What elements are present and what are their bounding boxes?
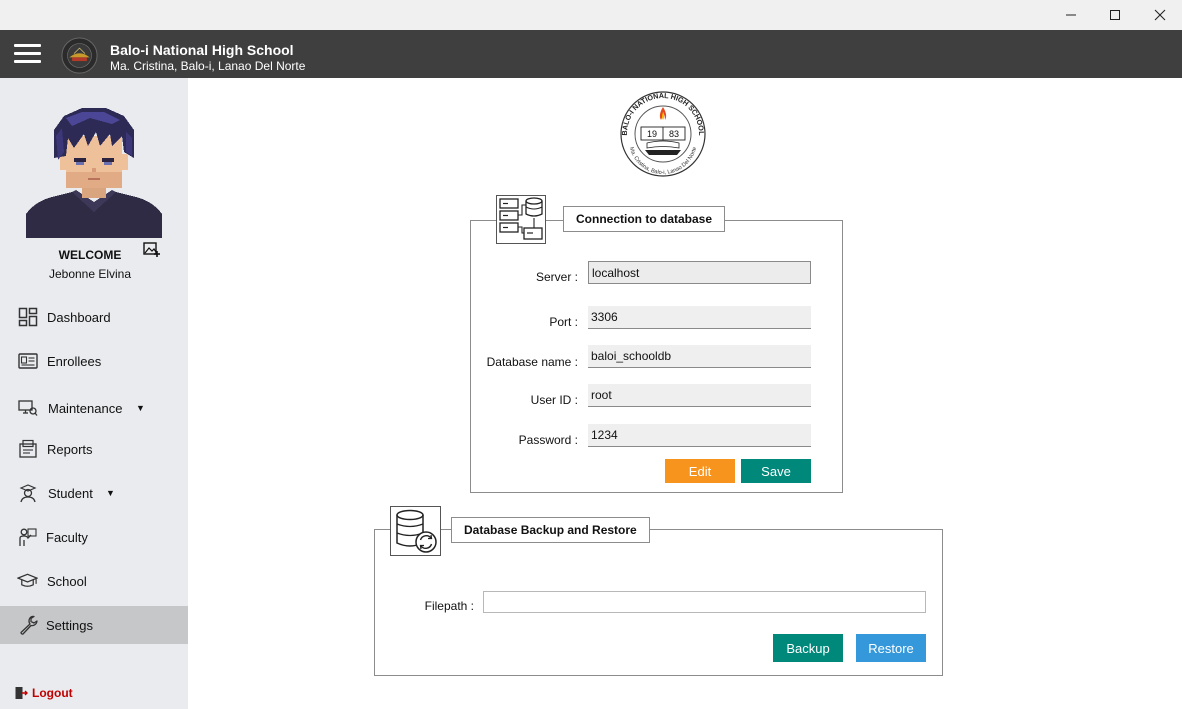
maintenance-icon bbox=[17, 398, 38, 419]
save-button[interactable]: Save bbox=[741, 459, 811, 483]
hamburger-menu-icon[interactable] bbox=[14, 42, 42, 66]
server-label: Server : bbox=[535, 270, 578, 284]
backup-button[interactable]: Backup bbox=[773, 634, 843, 662]
sidebar-item-student[interactable]: Student ▼ bbox=[0, 474, 188, 512]
filepath-input[interactable] bbox=[483, 591, 926, 613]
user-name: Jebonne Elvina bbox=[48, 267, 132, 281]
close-button[interactable] bbox=[1138, 0, 1182, 30]
sidebar-item-label: Settings bbox=[46, 617, 93, 633]
user-id-label: User ID : bbox=[530, 393, 578, 407]
password-label: Password : bbox=[518, 433, 578, 447]
minimize-button[interactable] bbox=[1049, 0, 1093, 30]
database-server-icon bbox=[496, 195, 546, 244]
sidebar-item-enrollees[interactable]: Enrollees bbox=[0, 342, 188, 380]
edit-button[interactable]: Edit bbox=[665, 459, 735, 483]
sidebar-item-faculty[interactable]: Faculty bbox=[0, 518, 188, 556]
user-avatar bbox=[26, 102, 162, 238]
server-input[interactable] bbox=[588, 261, 811, 284]
database-name-label: Database name : bbox=[486, 355, 578, 369]
password-input[interactable] bbox=[588, 424, 811, 447]
minimize-icon bbox=[1066, 14, 1076, 16]
backup-group-title: Database Backup and Restore bbox=[451, 517, 650, 543]
app-window: Balo-i National High School Ma. Cristina… bbox=[0, 0, 1182, 709]
sidebar-item-label: Faculty bbox=[46, 529, 88, 545]
school-icon bbox=[17, 571, 38, 592]
dashboard-icon bbox=[17, 307, 38, 328]
logout-button[interactable]: Logout bbox=[14, 686, 73, 700]
faculty-icon bbox=[17, 527, 38, 548]
user-id-input[interactable] bbox=[588, 384, 811, 407]
filepath-label: Filepath : bbox=[424, 599, 474, 613]
wrench-icon bbox=[17, 615, 38, 636]
reports-icon bbox=[17, 439, 38, 460]
restore-button[interactable]: Restore bbox=[856, 634, 926, 662]
sidebar-item-label: Enrollees bbox=[47, 353, 102, 369]
sidebar-item-label: Reports bbox=[47, 441, 93, 457]
logout-label: Logout bbox=[32, 686, 73, 700]
port-label: Port : bbox=[549, 315, 578, 329]
sidebar-item-settings[interactable]: Settings bbox=[0, 606, 188, 644]
port-input[interactable] bbox=[588, 306, 811, 329]
close-icon bbox=[1154, 9, 1166, 21]
logout-icon bbox=[15, 687, 28, 699]
database-name-input[interactable] bbox=[588, 345, 811, 368]
database-backup-icon bbox=[390, 506, 441, 556]
maximize-button[interactable] bbox=[1093, 0, 1137, 30]
welcome-label: WELCOME bbox=[58, 248, 122, 262]
sidebar-item-label: School bbox=[47, 573, 87, 589]
seal-year-right: 83 bbox=[669, 129, 679, 139]
connection-group-title: Connection to database bbox=[563, 206, 726, 232]
school-address: Ma. Cristina, Balo-i, Lanao Del Norte bbox=[110, 59, 306, 73]
seal-year-left: 19 bbox=[647, 129, 657, 139]
sidebar-item-label: Dashboard bbox=[47, 309, 111, 325]
sidebar-item-label: Student bbox=[48, 485, 93, 501]
school-seal: BALO-I NATIONAL HIGH SCHOOL Ma. Cristina… bbox=[620, 91, 706, 177]
app-header: Balo-i National High School Ma. Cristina… bbox=[0, 30, 1182, 78]
sidebar-item-label: Maintenance bbox=[48, 400, 123, 416]
sidebar: WELCOME Jebonne Elvina Dashboard Enrolle… bbox=[0, 78, 188, 709]
maximize-icon bbox=[1110, 10, 1120, 20]
sidebar-item-school[interactable]: School bbox=[0, 562, 188, 600]
student-icon bbox=[17, 483, 38, 504]
school-name: Balo-i National High School bbox=[110, 42, 294, 58]
chevron-down-icon: ▼ bbox=[106, 488, 115, 498]
id-card-icon bbox=[17, 351, 38, 372]
chevron-down-icon: ▼ bbox=[136, 403, 145, 413]
sidebar-item-reports[interactable]: Reports bbox=[0, 430, 188, 468]
sidebar-item-dashboard[interactable]: Dashboard bbox=[0, 298, 188, 336]
school-seal-logo bbox=[61, 37, 98, 74]
title-bar bbox=[0, 0, 1182, 30]
sidebar-item-maintenance[interactable]: Maintenance ▼ bbox=[0, 389, 188, 427]
